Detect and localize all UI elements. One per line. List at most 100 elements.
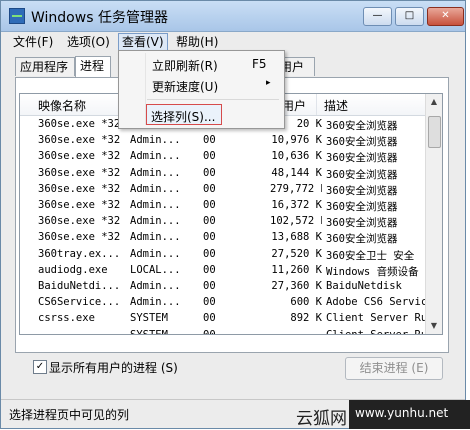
cell-mem: 10,976 K bbox=[271, 134, 322, 147]
cell-user: LOCAL... bbox=[130, 263, 181, 276]
cell-cpu: 00 bbox=[203, 247, 216, 260]
cell-cpu: 00 bbox=[203, 182, 216, 195]
tab-processes[interactable]: 进程 bbox=[75, 56, 111, 77]
status-text: 选择进程页中可见的列 bbox=[9, 408, 130, 422]
cell-desc: 360安全浏览器 bbox=[326, 217, 398, 230]
table-row[interactable]: BaiduNetdi... Admin... 00 27,360 K BaiduNetd… bbox=[20, 279, 428, 295]
menu-item-refresh-now[interactable]: 立即刷新(R) F5 bbox=[120, 54, 281, 75]
cell-cpu: 00 bbox=[203, 166, 216, 179]
cell-cpu: 00 bbox=[203, 312, 216, 325]
cell-user: Admin... bbox=[130, 134, 181, 147]
cell-desc: Adobe CS6 Service bbox=[326, 296, 428, 309]
cell-image: 360se.exe *32 bbox=[38, 215, 121, 228]
cell-image: audiodg.exe bbox=[38, 263, 108, 276]
cell-user: Admin... bbox=[130, 231, 181, 244]
cell-cpu: 00 bbox=[203, 328, 216, 335]
table-row[interactable]: audiodg.exe LOCAL... 00 11,260 K Windows 音频设… bbox=[20, 263, 428, 279]
cell-mem: 10,636 K bbox=[271, 150, 322, 163]
show-all-users-checkbox[interactable]: ✓ bbox=[33, 360, 47, 374]
cell-mem: 16,372 K bbox=[271, 199, 322, 211]
menu-help[interactable]: 帮助(H) bbox=[173, 34, 221, 50]
cell-user: Admin... bbox=[130, 182, 181, 195]
table-row[interactable]: 360se.exe *32 Admin... 00 16,372 K 360安全浏览器 bbox=[20, 198, 428, 214]
refresh-shortcut: F5 bbox=[252, 57, 267, 71]
cell-user: Admin... bbox=[130, 247, 181, 260]
cell-desc: 360安全浏览器 bbox=[326, 168, 398, 181]
menu-item-update-speed[interactable]: 更新速度(U) ▸ bbox=[120, 75, 281, 96]
cell-desc: 360安全浏览器 bbox=[326, 201, 398, 213]
cell-user: Admin... bbox=[130, 296, 181, 309]
cell-mem: 892 K bbox=[290, 312, 322, 325]
task-manager-window: Windows 任务管理器 — □ ✕ 文件(F) 选项(O) 查看(V) 帮助… bbox=[0, 0, 466, 429]
cell-desc: 360安全浏览器 bbox=[326, 233, 398, 246]
cell-cpu: 00 bbox=[203, 199, 216, 211]
cell-mem: 48,144 K bbox=[271, 166, 322, 179]
minimize-button[interactable]: — bbox=[363, 7, 392, 26]
show-all-users-label: 显示所有用户的进程 (S) bbox=[49, 361, 178, 375]
menu-file[interactable]: 文件(F) bbox=[10, 34, 56, 50]
table-row[interactable]: 360se.exe *32 Admin... 00 48,144 K 360安全浏览器 bbox=[20, 166, 428, 182]
end-process-button[interactable]: 结束进程 (E) bbox=[345, 357, 443, 380]
menu-view[interactable]: 查看(V) bbox=[118, 33, 168, 51]
menu-item-select-columns[interactable]: 选择列(S)... bbox=[146, 104, 222, 125]
cell-user: Admin... bbox=[130, 166, 181, 179]
cell-mem: 11,260 K bbox=[271, 263, 322, 276]
table-row[interactable]: 360se.exe *32 Admin... 00 10,976 K 360安全浏览器 bbox=[20, 133, 428, 149]
close-button[interactable]: ✕ bbox=[427, 7, 464, 26]
table-row[interactable]: 360se.exe *32 Admin... 00 279,772 K 360安全浏览器 bbox=[20, 182, 428, 198]
table-row[interactable]: 360se.exe *32 Admin... 00 102,572 K 360安全浏览器 bbox=[20, 214, 428, 230]
cell-image: 360se.exe *32 bbox=[38, 134, 121, 147]
column-user[interactable]: 用户 bbox=[282, 97, 306, 114]
cell-mem: 102,572 K bbox=[270, 215, 322, 228]
cell-cpu: 00 bbox=[203, 134, 216, 147]
cell-user: Admin... bbox=[130, 199, 181, 211]
cell-cpu: 00 bbox=[203, 231, 216, 244]
cell-user: Admin... bbox=[130, 215, 181, 228]
table-row[interactable]: 360se.exe *32 Admin... 00 13,688 K 360安全浏览器 bbox=[20, 230, 428, 246]
cell-image: BaiduNetdi... bbox=[38, 280, 121, 292]
cell-cpu: 00 bbox=[203, 150, 216, 163]
watermark-logo-text: 云狐网 bbox=[296, 409, 347, 429]
table-row[interactable]: csrss.exe SYSTEM 00 892 K Client Server Ru bbox=[20, 311, 428, 327]
cell-desc: Client Server Ru bbox=[326, 312, 428, 325]
cell-user: Admin... bbox=[130, 280, 181, 292]
title-bar[interactable]: Windows 任务管理器 — □ ✕ bbox=[1, 1, 465, 32]
cell-image: 360se.exe *32 bbox=[38, 166, 121, 179]
cell-image: 360se.exe *32 bbox=[38, 150, 121, 163]
cell-desc: BaiduNetdisk bbox=[326, 280, 402, 292]
cell-mem: 600 K bbox=[290, 296, 322, 309]
cell-desc: 360安全浏览器 bbox=[326, 136, 398, 149]
cell-image: csrss.exe bbox=[38, 312, 95, 325]
cell-desc: 360安全浏览器 bbox=[326, 120, 398, 132]
column-image-name[interactable]: 映像名称 bbox=[38, 97, 86, 114]
table-row[interactable]: CS6Service... Admin... 00 600 K Adobe CS6 Se… bbox=[20, 295, 428, 311]
column-separator[interactable] bbox=[316, 94, 317, 115]
update-speed-label: 更新速度(U) bbox=[152, 80, 219, 94]
cell-mem: 279,772 K bbox=[270, 182, 322, 195]
cell-cpu: 00 bbox=[203, 263, 216, 276]
menu-separator bbox=[147, 99, 279, 100]
table-row[interactable]: 360se.exe *32 Admin... 00 10,636 K 360安全浏览器 bbox=[20, 149, 428, 165]
table-row[interactable]: 360tray.ex... Admin... 00 27,520 K 360安全卫士 安… bbox=[20, 247, 428, 263]
cell-mem: 27,360 K bbox=[271, 280, 322, 292]
menu-options[interactable]: 选项(O) bbox=[64, 34, 113, 50]
cell-user: Admin... bbox=[130, 150, 181, 163]
table-row[interactable]: SYSTEM 00 Client Server Ru bbox=[20, 328, 428, 335]
maximize-button[interactable]: □ bbox=[395, 7, 424, 26]
cell-image: 360se.exe *32 bbox=[38, 118, 121, 130]
cell-desc: 360安全浏览器 bbox=[326, 184, 398, 197]
view-menu-dropdown: 立即刷新(R) F5 更新速度(U) ▸ 选择列(S)... bbox=[118, 50, 285, 129]
scroll-thumb[interactable] bbox=[428, 116, 441, 148]
tab-applications[interactable]: 应用程序 bbox=[15, 57, 75, 76]
cell-cpu: 00 bbox=[203, 215, 216, 228]
column-description[interactable]: 描述 bbox=[324, 97, 348, 114]
cell-cpu: 00 bbox=[203, 296, 216, 309]
scroll-up-arrow-icon[interactable]: ▲ bbox=[427, 95, 441, 109]
watermark-url: www.yunhu.net bbox=[355, 406, 449, 420]
scroll-down-arrow-icon[interactable]: ▼ bbox=[427, 319, 441, 333]
process-list[interactable]: 映像名称 用户 描述 360se.exe *32 20 K 360安全浏览器 360s… bbox=[19, 93, 443, 335]
select-columns-label: 选择列(S)... bbox=[151, 110, 216, 124]
cell-desc: Windows 音频设备 bbox=[326, 265, 419, 278]
cell-desc: Client Server Ru bbox=[326, 328, 428, 335]
vertical-scrollbar[interactable]: ▲ ▼ bbox=[425, 94, 442, 334]
